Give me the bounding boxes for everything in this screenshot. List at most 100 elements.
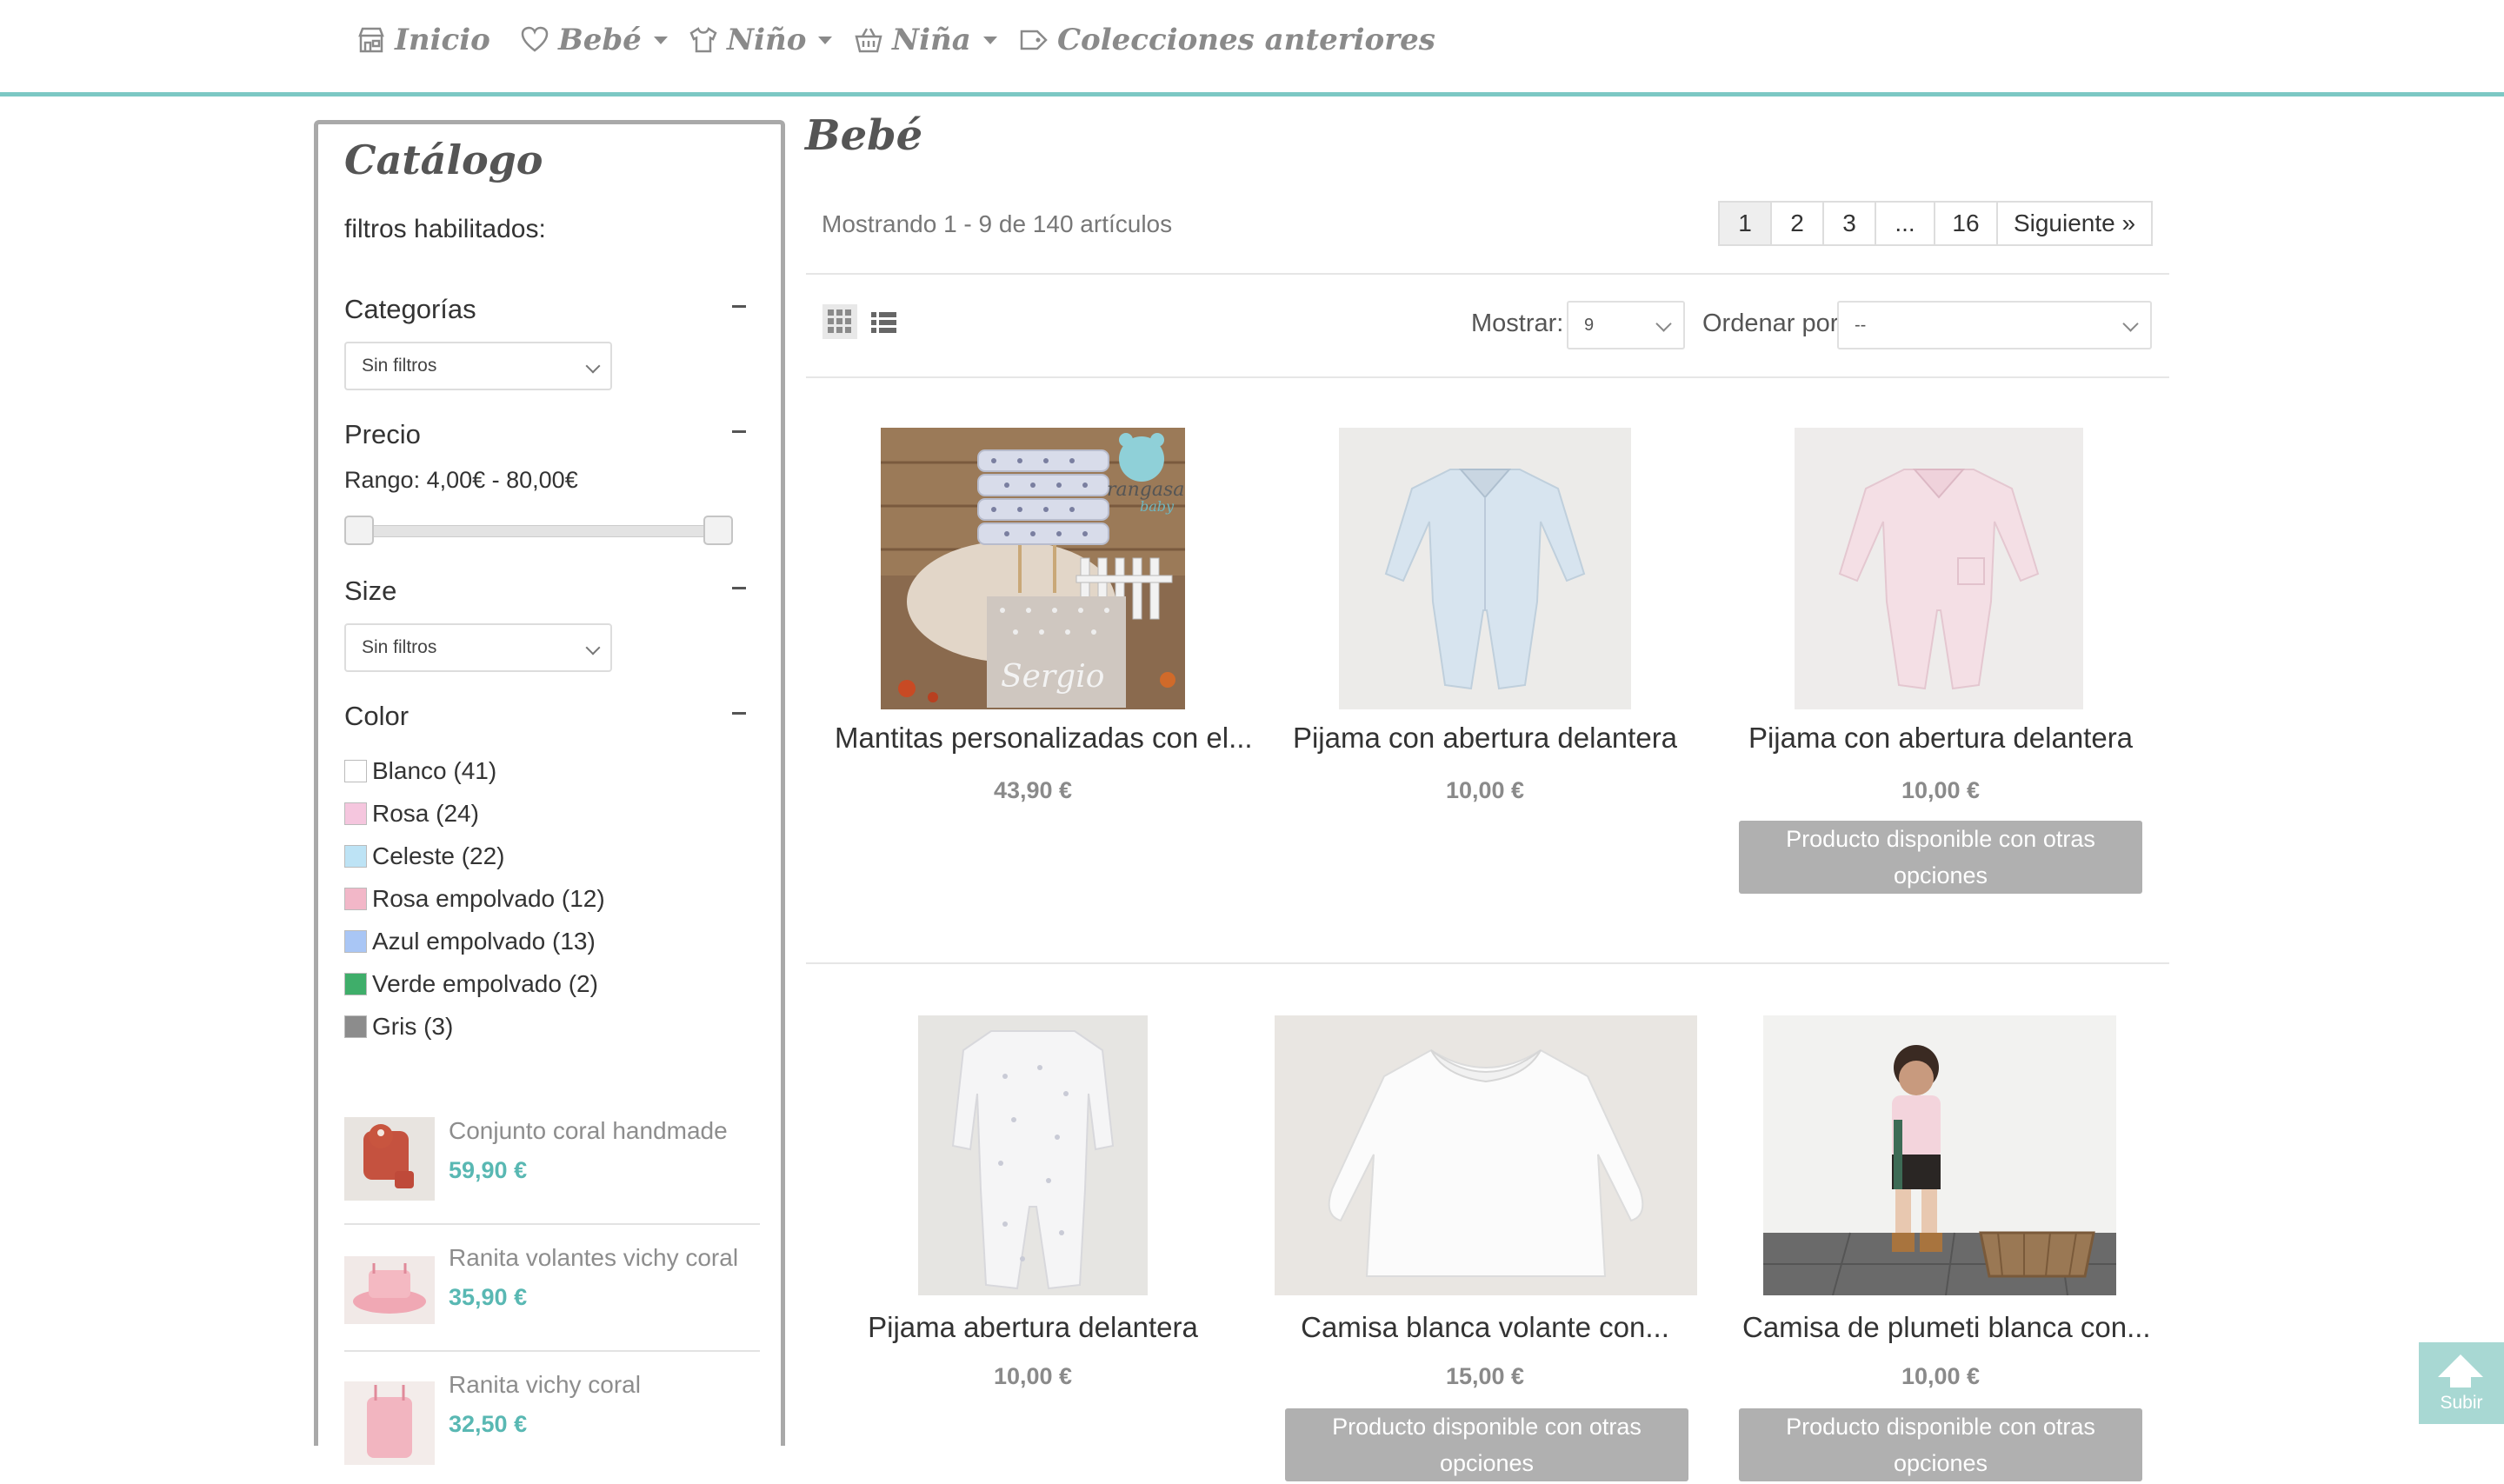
show-count-select[interactable]: 9 (1567, 301, 1685, 349)
list-view-icon[interactable] (866, 304, 901, 339)
featured-product-name[interactable]: Ranita vichy coral (449, 1371, 641, 1399)
featured-product-image[interactable] (344, 1381, 435, 1465)
nav-item-inicio[interactable]: Inicio (356, 19, 490, 61)
page-1-button[interactable]: 1 (1718, 201, 1772, 246)
product-price: 10,00 € (1901, 1363, 1981, 1389)
color-filter-item[interactable]: Rosa (24) (344, 799, 479, 829)
back-to-top-button[interactable]: Subir (2419, 1342, 2504, 1424)
color-filter-item[interactable]: Gris (3) (344, 1012, 453, 1041)
collapse-size-icon[interactable] (732, 587, 746, 589)
nav-label-nina: Niña (892, 23, 971, 57)
featured-product[interactable]: Ranita volantes vichy coral 35,90 € (344, 1244, 760, 1357)
featured-product-image[interactable] (344, 1256, 435, 1324)
color-filter-label: Rosa (24) (372, 800, 479, 827)
collapse-price-icon[interactable] (732, 430, 746, 433)
divider (806, 376, 2169, 378)
product-name[interactable]: Pijama con abertura delantera (1287, 722, 1683, 755)
color-swatch[interactable] (344, 845, 367, 868)
color-filter-label: Verde empolvado (2) (372, 970, 598, 997)
chevron-down-icon (1655, 316, 1672, 332)
size-heading: Size (344, 576, 397, 606)
size-select[interactable]: Sin filtros (344, 623, 612, 672)
nav-item-colecciones[interactable]: Colecciones anteriores (1019, 19, 1435, 61)
product-name[interactable]: Pijama abertura delantera (835, 1311, 1231, 1344)
nav-item-nino[interactable]: Niño (689, 19, 833, 61)
shirt-icon (689, 27, 717, 53)
nav-item-nina[interactable]: Niña (854, 19, 997, 61)
nav-label-bebe: Bebé (558, 23, 642, 57)
divider (806, 962, 2169, 964)
arrow-up-icon (2438, 1354, 2483, 1377)
color-filter-label: Azul empolvado (13) (372, 928, 596, 955)
page-2-button[interactable]: 2 (1770, 201, 1824, 246)
product-image[interactable] (1763, 1015, 2116, 1295)
featured-product-image[interactable] (344, 1117, 435, 1201)
show-count-label: Mostrar: (1471, 309, 1564, 337)
color-filter-label: Blanco (41) (372, 757, 497, 784)
nav-item-bebe[interactable]: Bebé (520, 19, 668, 61)
nav-label-colecciones: Colecciones anteriores (1057, 23, 1435, 57)
color-filter-item[interactable]: Celeste (22) (344, 842, 505, 871)
product-image[interactable]: rangasa baby Sergio (881, 428, 1185, 709)
color-swatch[interactable] (344, 973, 367, 995)
enabled-filters-label: filtros habilitados: (344, 215, 546, 243)
back-to-top-label: Subir (2440, 1393, 2483, 1413)
pagination: 1 2 3 ... 16 Siguiente » (1718, 201, 2153, 246)
catalog-sidebar: Catálogo filtros habilitados: Categorías… (314, 120, 785, 1465)
embroidered-name: Sergio (1001, 659, 1104, 695)
collapse-categories-icon[interactable] (732, 305, 746, 308)
grid-view-icon[interactable] (822, 304, 857, 339)
product-name[interactable]: Camisa de plumeti blanca con... (1742, 1311, 2151, 1344)
available-options-button[interactable]: Producto disponible con otras opciones (1739, 1408, 2142, 1481)
color-heading: Color (344, 701, 410, 731)
chevron-down-icon (585, 640, 601, 655)
price-slider-track[interactable] (362, 525, 729, 537)
product-image[interactable] (1339, 428, 1631, 709)
page-ellipsis: ... (1875, 201, 1935, 246)
next-page-button[interactable]: Siguiente » (1996, 201, 2153, 246)
price-slider-max-handle[interactable] (703, 516, 733, 545)
brand-watermark-sub: baby (1140, 498, 1175, 515)
color-filter-item[interactable]: Rosa empolvado (12) (344, 884, 605, 914)
divider (344, 1350, 760, 1352)
chevron-down-icon (653, 36, 668, 44)
sidebar-title: Catálogo (344, 136, 543, 183)
product-price: 15,00 € (1445, 1363, 1525, 1389)
heart-icon (521, 26, 549, 52)
product-name[interactable]: Camisa blanca volante con... (1287, 1311, 1683, 1344)
featured-product[interactable]: Ranita vichy coral 32,50 € (344, 1371, 760, 1484)
featured-product-price: 59,90 € (449, 1157, 528, 1183)
product-image[interactable] (1275, 1015, 1697, 1295)
color-swatch[interactable] (344, 802, 367, 825)
available-options-button[interactable]: Producto disponible con otras opciones (1285, 1408, 1688, 1481)
featured-product-name[interactable]: Ranita volantes vichy coral (449, 1244, 738, 1272)
color-filter-item[interactable]: Blanco (41) (344, 756, 496, 786)
show-count-value: 9 (1584, 316, 1595, 335)
color-filter-item[interactable]: Azul empolvado (13) (344, 927, 596, 956)
color-swatch[interactable] (344, 760, 367, 782)
product-image[interactable] (918, 1015, 1148, 1295)
page-3-button[interactable]: 3 (1822, 201, 1876, 246)
price-range-label: Rango: 4,00€ - 80,00€ (344, 467, 578, 493)
sort-label: Ordenar por (1702, 309, 1839, 337)
available-options-button[interactable]: Producto disponible con otras opciones (1739, 821, 2142, 894)
sort-value: -- (1855, 316, 1867, 335)
product-image[interactable] (1795, 428, 2083, 709)
product-price: 10,00 € (1901, 777, 1981, 803)
color-filter-item[interactable]: Verde empolvado (2) (344, 969, 598, 999)
product-name[interactable]: Mantitas personalizadas con el... (835, 722, 1253, 755)
featured-product[interactable]: Conjunto coral handmade 59,90 € (344, 1117, 760, 1230)
nav-label-inicio: Inicio (395, 23, 490, 57)
chevron-down-icon (818, 36, 833, 44)
collapse-color-icon[interactable] (732, 712, 746, 715)
sort-select[interactable]: -- (1837, 301, 2152, 349)
price-slider-min-handle[interactable] (344, 516, 374, 545)
color-swatch[interactable] (344, 930, 367, 953)
featured-product-name[interactable]: Conjunto coral handmade (449, 1117, 728, 1145)
page-16-button[interactable]: 16 (1934, 201, 1998, 246)
product-name[interactable]: Pijama con abertura delantera (1742, 722, 2139, 755)
featured-product-price: 32,50 € (449, 1411, 528, 1437)
categories-select[interactable]: Sin filtros (344, 342, 612, 390)
color-swatch[interactable] (344, 888, 367, 910)
color-swatch[interactable] (344, 1015, 367, 1038)
